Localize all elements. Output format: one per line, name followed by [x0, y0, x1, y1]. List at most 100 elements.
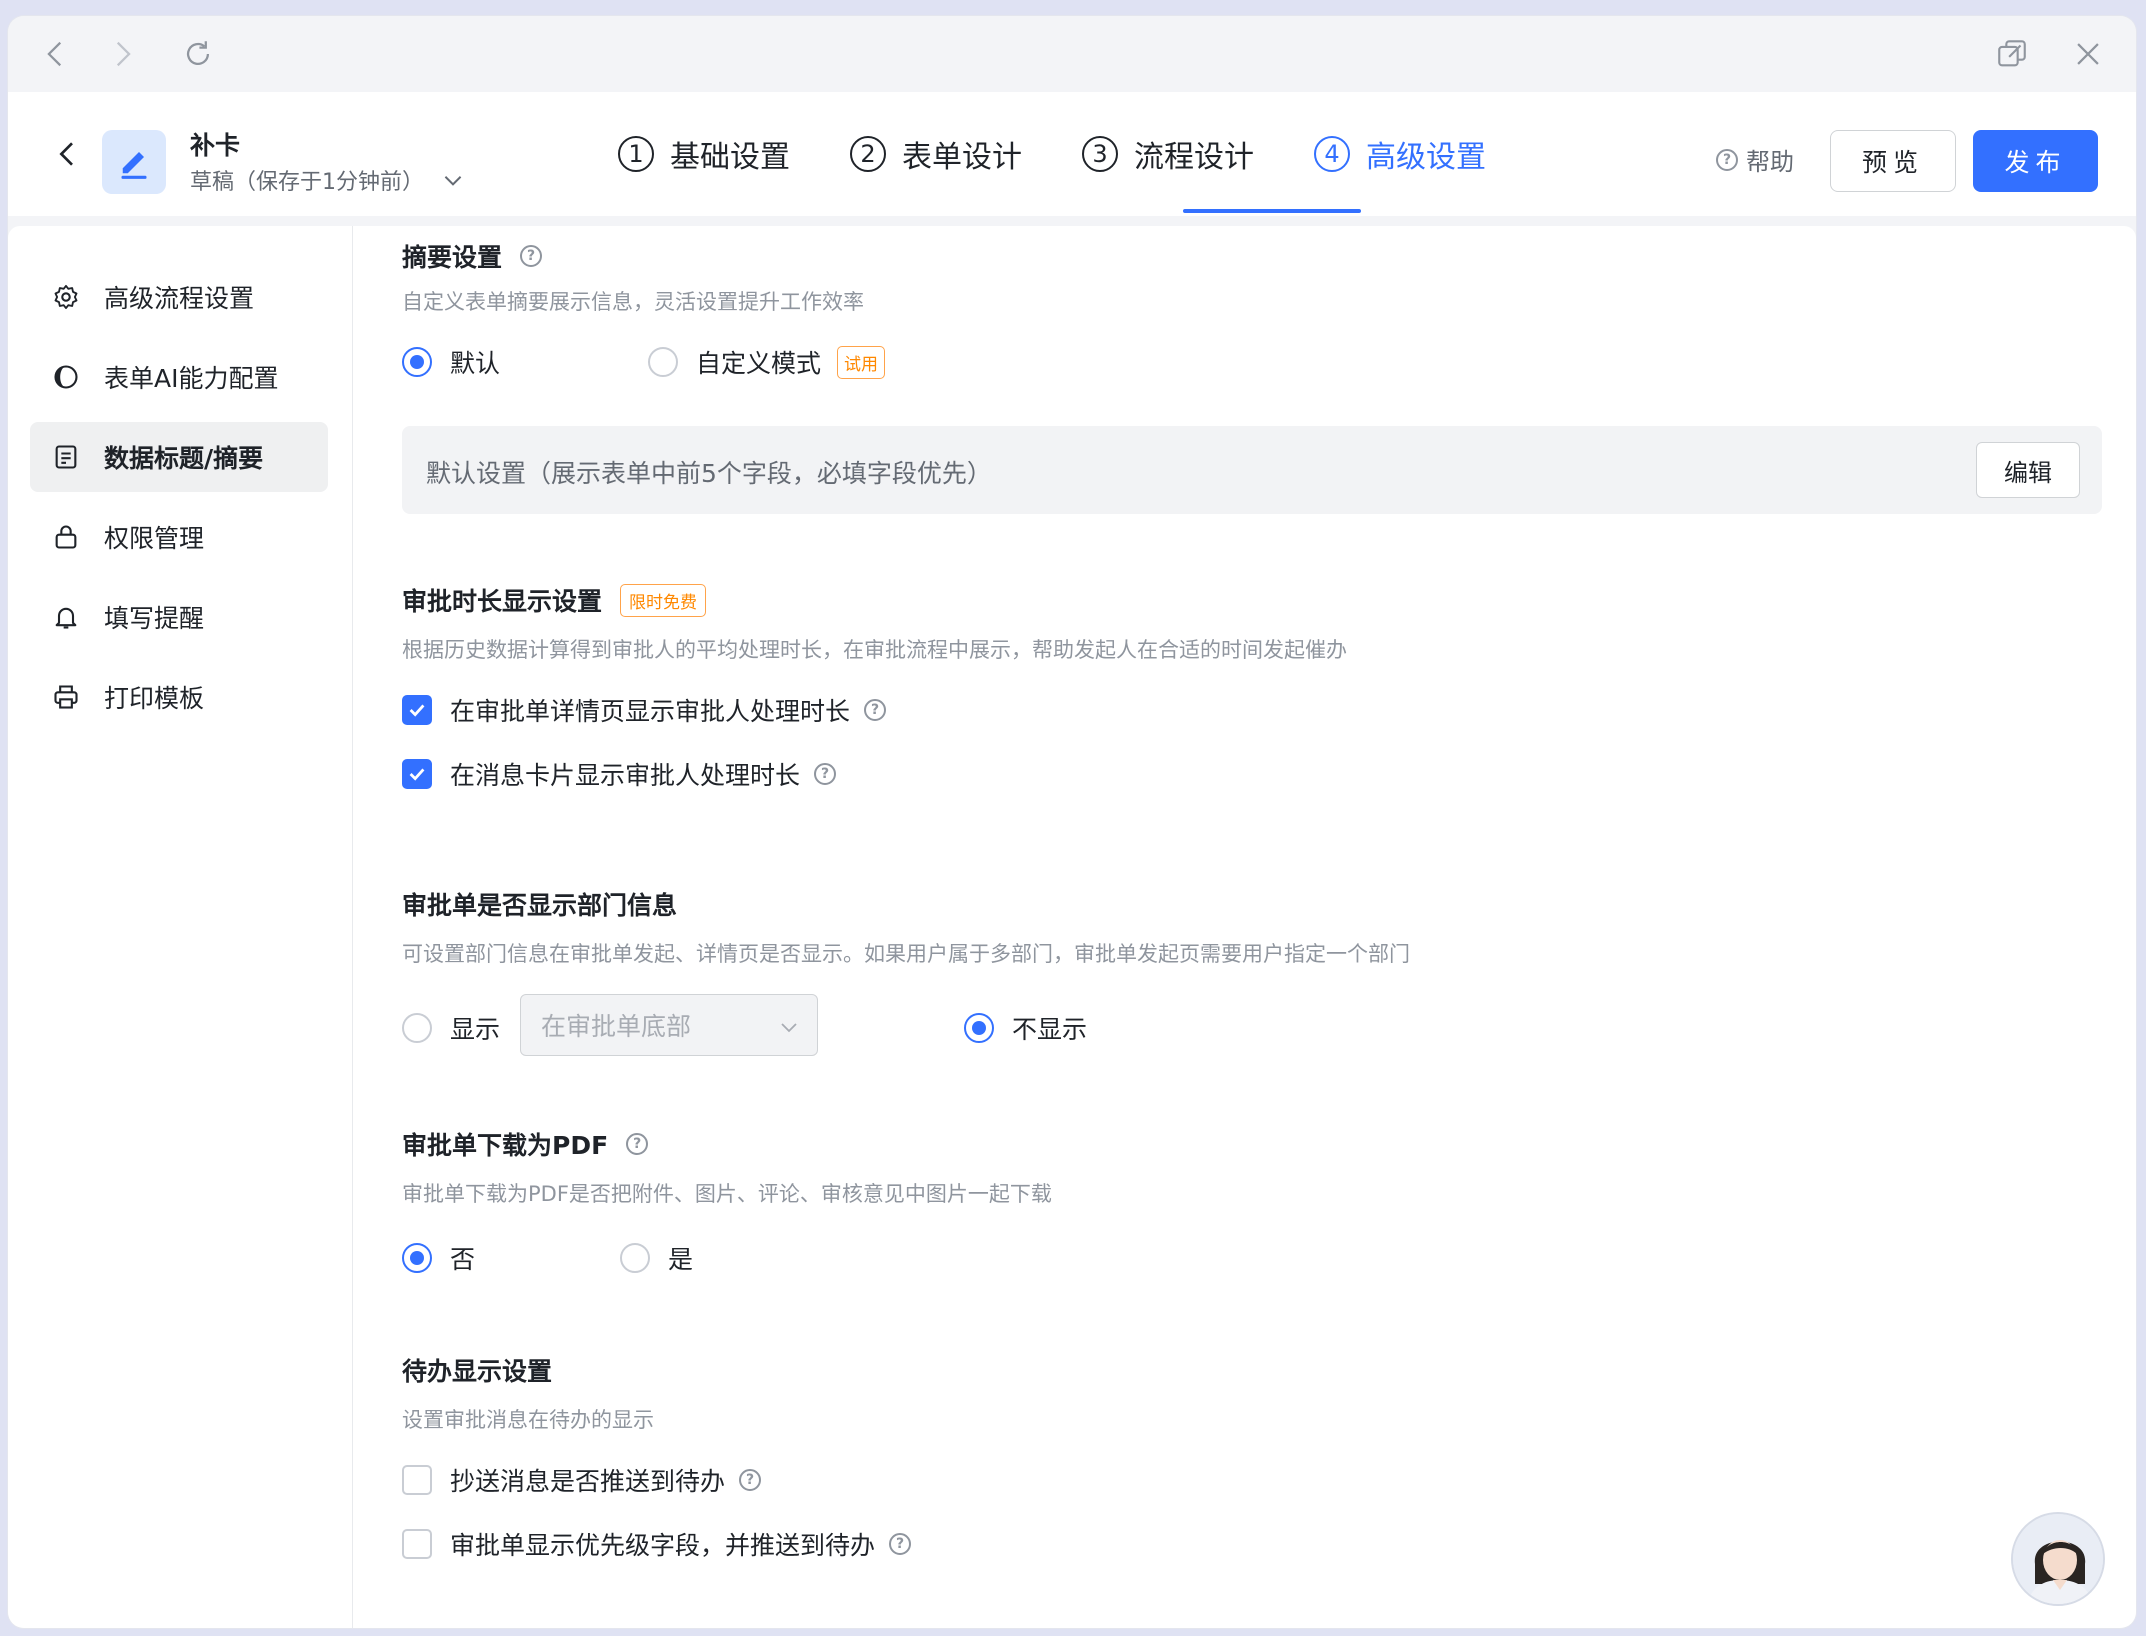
checkbox-box	[402, 1529, 432, 1559]
step-label: 高级设置	[1366, 140, 1486, 175]
sidebar-item-print-template[interactable]: 打印模板	[30, 662, 328, 732]
checkbox-box	[402, 759, 432, 789]
checkmark-icon	[409, 704, 425, 717]
radio-label: 是	[668, 1245, 694, 1274]
refresh-icon	[186, 41, 210, 65]
select-value: 在审批单底部	[541, 1012, 692, 1041]
radio-dot	[648, 347, 678, 377]
step-label: 基础设置	[670, 140, 790, 175]
radio-label: 不显示	[1012, 1015, 1088, 1044]
step-label: 表单设计	[902, 140, 1022, 175]
radio-pdf-no[interactable]: 否	[402, 1240, 475, 1276]
step-number: 4	[1314, 136, 1350, 172]
summary-default-box: 默认设置（展示表单中前5个字段，必填字段优先） 编辑	[402, 426, 2102, 514]
header-back-button[interactable]	[48, 134, 88, 174]
close-icon	[2077, 43, 2099, 65]
checkbox-show-duration-detail[interactable]: 在审批单详情页显示审批人处理时长 ?	[402, 692, 887, 728]
publish-button[interactable]: 发布	[1973, 130, 2098, 192]
checkbox-label: 在消息卡片显示审批人处理时长	[450, 761, 801, 790]
question-icon[interactable]: ?	[520, 245, 543, 267]
section-title-text: 审批单是否显示部门信息	[402, 891, 678, 920]
todo-section-desc: 设置审批消息在待办的显示	[402, 1408, 654, 1432]
department-section-title: 审批单是否显示部门信息	[402, 886, 677, 922]
checkbox-label: 审批单显示优先级字段，并推送到待办	[450, 1531, 876, 1560]
form-icon	[102, 130, 166, 194]
chevron-left-icon	[47, 41, 62, 67]
summary-section-title: 摘要设置 ?	[402, 238, 543, 274]
gear-icon	[52, 283, 80, 311]
tab-form-design[interactable]: 2 表单设计	[850, 92, 1022, 216]
preview-button[interactable]: 预览	[1830, 130, 1956, 192]
refresh-button[interactable]	[178, 34, 218, 74]
duration-section-desc: 根据历史数据计算得到审批人的平均处理时长，在审批流程中展示，帮助发起人在合适的时…	[402, 638, 1347, 662]
sidebar-item-fill-reminder[interactable]: 填写提醒	[30, 582, 328, 652]
checkbox-box	[402, 695, 432, 725]
step-tabs: 1 基础设置 2 表单设计 3 流程设计 4 高级设置	[618, 92, 1546, 216]
sidebar-item-label: 填写提醒	[104, 604, 205, 633]
step-number: 2	[850, 136, 886, 172]
radio-department-show[interactable]: 显示	[402, 1010, 500, 1046]
radio-dot	[402, 347, 432, 377]
form-status-dropdown[interactable]: 草稿（保存于1分钟前）	[190, 164, 466, 196]
sidebar-item-label: 打印模板	[104, 684, 205, 713]
help-link[interactable]: ? 帮助	[1716, 142, 1794, 177]
checkbox-cc-push-todo[interactable]: 抄送消息是否推送到待办 ?	[402, 1462, 762, 1498]
back-nav-button[interactable]	[36, 34, 76, 74]
section-title-text: 摘要设置	[402, 243, 503, 272]
radio-dot	[402, 1013, 432, 1043]
help-label: 帮助	[1746, 148, 1794, 176]
forward-nav-button[interactable]	[102, 34, 142, 74]
lock-icon	[52, 523, 80, 551]
radio-label: 显示	[450, 1015, 501, 1044]
radio-label: 否	[450, 1245, 476, 1274]
browser-toolbar	[8, 16, 2136, 92]
section-title-text: 待办显示设置	[402, 1357, 553, 1386]
sidebar-item-data-title-summary[interactable]: 数据标题/摘要	[30, 422, 328, 492]
bell-icon	[52, 603, 80, 631]
assistant-avatar[interactable]	[2011, 1512, 2105, 1606]
edit-pen-icon	[121, 152, 147, 179]
radio-summary-custom[interactable]: 自定义模式 试用	[648, 344, 886, 380]
checkbox-show-duration-card[interactable]: 在消息卡片显示审批人处理时长 ?	[402, 756, 837, 792]
radio-dot	[964, 1013, 994, 1043]
settings-body: 高级流程设置 表单AI能力配置 数据标题/摘要 权限管理 填写提醒 打印模板 摘…	[8, 226, 2136, 1628]
question-icon[interactable]: ?	[739, 1469, 762, 1491]
radio-summary-default[interactable]: 默认	[402, 344, 500, 380]
department-position-select[interactable]: 在审批单底部	[520, 994, 818, 1056]
tab-advanced-settings[interactable]: 4 高级设置	[1314, 92, 1486, 216]
open-external-button[interactable]	[1992, 34, 2032, 74]
close-window-button[interactable]	[2068, 34, 2108, 74]
tab-basic-settings[interactable]: 1 基础设置	[618, 92, 790, 216]
chevron-right-icon	[116, 41, 131, 67]
sidebar-item-form-ai[interactable]: 表单AI能力配置	[30, 342, 328, 412]
sidebar-item-advanced-flow[interactable]: 高级流程设置	[30, 262, 328, 332]
question-icon[interactable]: ?	[626, 1133, 649, 1155]
question-icon[interactable]: ?	[889, 1533, 912, 1555]
sidebar-item-label: 表单AI能力配置	[104, 364, 279, 393]
radio-dot	[402, 1243, 432, 1273]
edit-summary-button[interactable]: 编辑	[1976, 442, 2080, 498]
pdf-section-desc: 审批单下载为PDF是否把附件、图片、评论、审核意见中图片一起下载	[402, 1182, 1052, 1206]
section-title-text: 审批单下载为PDF	[402, 1131, 609, 1160]
tab-flow-design[interactable]: 3 流程设计	[1082, 92, 1254, 216]
chevron-down-icon	[444, 176, 462, 186]
sidebar-item-label: 数据标题/摘要	[104, 444, 264, 473]
question-icon[interactable]: ?	[864, 699, 887, 721]
radio-label: 默认	[450, 349, 501, 378]
step-number: 1	[618, 136, 654, 172]
summary-default-text: 默认设置（展示表单中前5个字段，必填字段优先）	[426, 459, 992, 488]
radio-label: 自定义模式	[696, 349, 822, 378]
section-title-text: 审批时长显示设置	[402, 587, 603, 616]
radio-pdf-yes[interactable]: 是	[620, 1240, 693, 1276]
limited-free-badge: 限时免费	[620, 583, 707, 617]
checkbox-priority-push-todo[interactable]: 审批单显示优先级字段，并推送到待办 ?	[402, 1526, 912, 1562]
ai-icon	[52, 363, 80, 391]
arrow-left-icon	[59, 142, 73, 166]
radio-department-hide[interactable]: 不显示	[964, 1010, 1087, 1046]
sidebar-item-permissions[interactable]: 权限管理	[30, 502, 328, 572]
summary-section-desc: 自定义表单摘要展示信息，灵活设置提升工作效率	[402, 290, 864, 314]
form-name: 补卡	[190, 131, 241, 160]
question-icon[interactable]: ?	[814, 763, 837, 785]
checkbox-box	[402, 1465, 432, 1495]
sidebar-item-label: 高级流程设置	[104, 284, 255, 313]
